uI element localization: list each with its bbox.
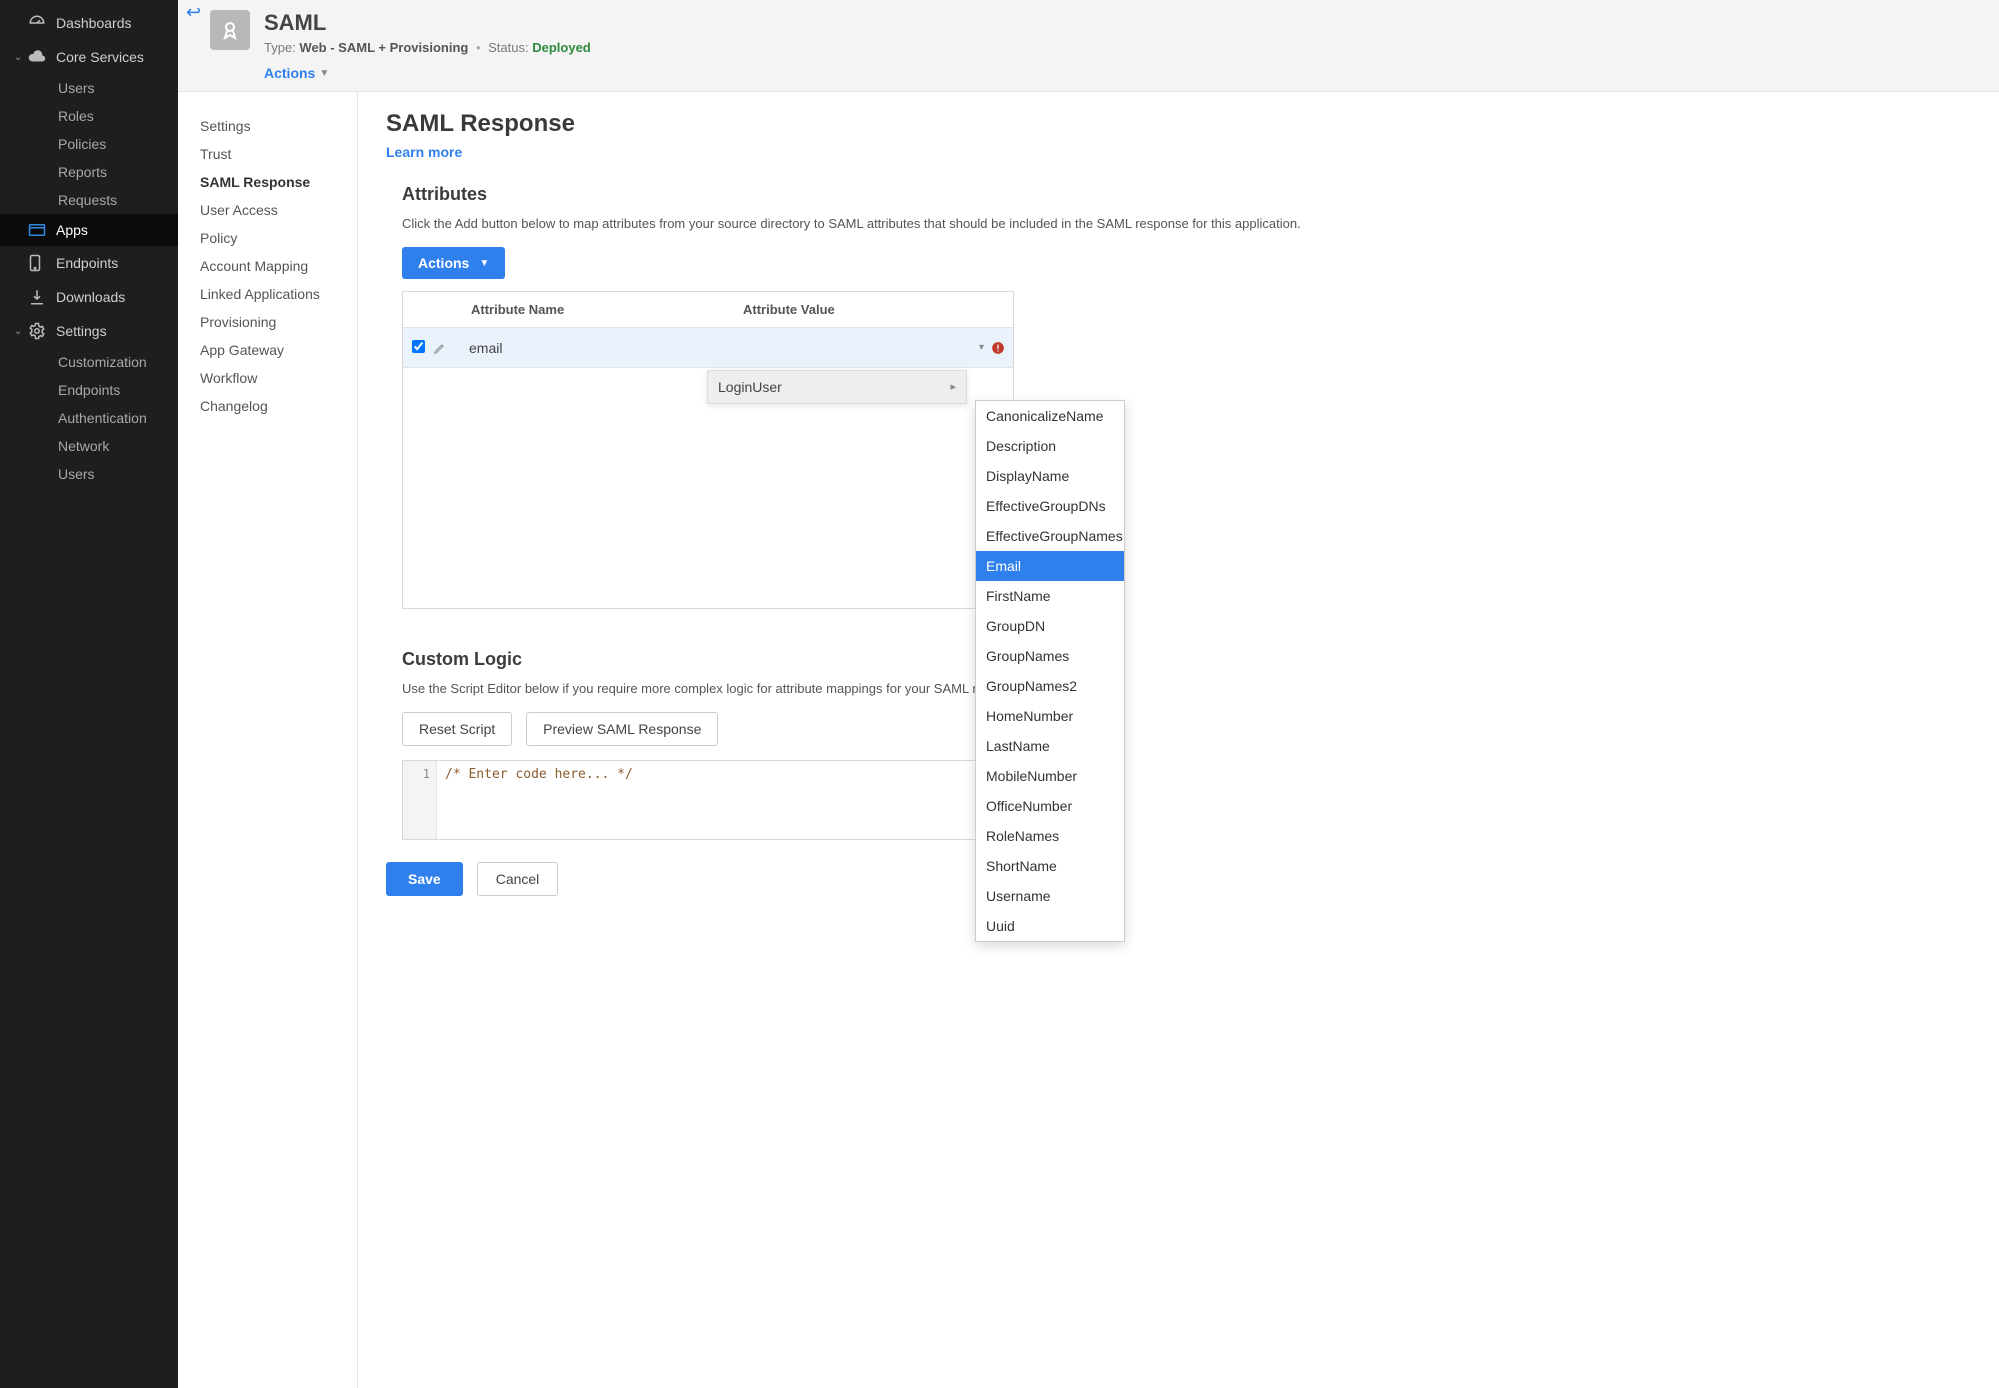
chevron-down-icon: ⌄ — [14, 52, 26, 63]
save-button[interactable]: Save — [386, 862, 463, 896]
cancel-button[interactable]: Cancel — [477, 862, 559, 896]
gauge-icon — [28, 14, 56, 32]
submenu-option[interactable]: FirstName — [976, 581, 1124, 611]
submenu-option[interactable]: GroupNames — [976, 641, 1124, 671]
chevron-right-icon: ▸ — [950, 380, 956, 393]
attributes-description: Click the Add button below to map attrib… — [402, 215, 1971, 233]
submenu-option[interactable]: GroupNames2 — [976, 671, 1124, 701]
submenu-option[interactable]: MobileNumber — [976, 761, 1124, 791]
secnav-policy[interactable]: Policy — [200, 224, 345, 252]
secnav-changelog[interactable]: Changelog — [200, 392, 345, 420]
submenu-option[interactable]: Email — [976, 551, 1124, 581]
back-arrow-icon[interactable]: ↩ — [186, 2, 201, 23]
secnav-workflow[interactable]: Workflow — [200, 364, 345, 392]
submenu-option[interactable]: HomeNumber — [976, 701, 1124, 731]
attributes-actions-button[interactable]: Actions ▼ — [402, 247, 505, 279]
submenu-option[interactable]: OfficeNumber — [976, 791, 1124, 821]
chevron-down-icon: ⌄ — [14, 326, 26, 337]
secnav-account-mapping[interactable]: Account Mapping — [200, 252, 345, 280]
nav-label: Endpoints — [56, 255, 118, 271]
chevron-down-icon: ▼ — [479, 258, 489, 269]
secnav-user-access[interactable]: User Access — [200, 196, 345, 224]
secnav-provisioning[interactable]: Provisioning — [200, 308, 345, 336]
script-editor[interactable]: 1 /* Enter code here... */ — [402, 760, 1014, 840]
page-meta: Type: Web - SAML + Provisioning • Status… — [264, 40, 591, 55]
pencil-icon[interactable] — [433, 341, 463, 355]
submenu-option[interactable]: GroupDN — [976, 611, 1124, 641]
chevron-down-icon: ▾ — [979, 342, 984, 353]
custom-logic-description: Use the Script Editor below if you requi… — [402, 680, 1971, 698]
nav-sub-reports[interactable]: Reports — [58, 158, 178, 186]
nav-sub-endpoints2[interactable]: Endpoints — [58, 376, 178, 404]
nav-sub-policies[interactable]: Policies — [58, 130, 178, 158]
nav-core-services[interactable]: ⌄ Core Services — [0, 40, 178, 74]
secnav-saml-response[interactable]: SAML Response — [200, 168, 345, 196]
error-icon — [991, 341, 1013, 355]
device-icon — [28, 254, 56, 272]
submenu-option[interactable]: EffectiveGroupNames — [976, 521, 1124, 551]
secnav-trust[interactable]: Trust — [200, 140, 345, 168]
nav-sub-auth[interactable]: Authentication — [58, 404, 178, 432]
submenu-option[interactable]: Uuid — [976, 911, 1124, 941]
secnav-settings[interactable]: Settings — [200, 112, 345, 140]
primary-nav: Dashboards ⌄ Core Services Users Roles P… — [0, 0, 178, 1388]
nav-label: Core Services — [56, 49, 144, 65]
window-icon — [28, 223, 56, 237]
custom-logic-heading: Custom Logic — [402, 649, 1971, 670]
submenu-option[interactable]: CanonicalizeName — [976, 401, 1124, 431]
nav-apps[interactable]: Apps — [0, 214, 178, 246]
nav-sub-users[interactable]: Users — [58, 74, 178, 102]
secnav-app-gateway[interactable]: App Gateway — [200, 336, 345, 364]
submenu-option[interactable]: Description — [976, 431, 1124, 461]
preview-saml-button[interactable]: Preview SAML Response — [526, 712, 718, 746]
page-title: SAML — [264, 10, 591, 36]
submenu-option[interactable]: Username — [976, 881, 1124, 911]
chevron-down-icon: ▼ — [319, 68, 329, 79]
nav-sub-customization[interactable]: Customization — [58, 348, 178, 376]
nav-sub-requests[interactable]: Requests — [58, 186, 178, 214]
attributes-table: Attribute Name Attribute Value email — [402, 291, 1014, 609]
page-header: ↩ SAML Type: Web - SAML + Provisioning •… — [178, 0, 1999, 92]
row-checkbox[interactable] — [412, 340, 425, 353]
cloud-icon — [28, 48, 56, 66]
nav-sub-users2[interactable]: Users — [58, 460, 178, 488]
reset-script-button[interactable]: Reset Script — [402, 712, 512, 746]
submenu: CanonicalizeNameDescriptionDisplayNameEf… — [975, 400, 1125, 942]
code-content: /* Enter code here... */ — [437, 761, 1013, 839]
nav-label: Apps — [56, 222, 88, 238]
attribute-name-cell: email — [463, 340, 713, 356]
gear-icon — [28, 322, 56, 340]
submenu-option[interactable]: RoleNames — [976, 821, 1124, 851]
nav-label: Downloads — [56, 289, 125, 305]
learn-more-link[interactable]: Learn more — [386, 144, 462, 160]
nav-core-sub: Users Roles Policies Reports Requests — [0, 74, 178, 214]
nav-dashboards[interactable]: Dashboards — [0, 6, 178, 40]
nav-endpoints[interactable]: Endpoints — [0, 246, 178, 280]
nav-sub-roles[interactable]: Roles — [58, 102, 178, 130]
nav-label: Dashboards — [56, 15, 132, 31]
app-badge-icon — [210, 10, 250, 50]
nav-settings[interactable]: ⌄ Settings — [0, 314, 178, 348]
submenu-option[interactable]: DisplayName — [976, 461, 1124, 491]
header-actions-dropdown[interactable]: Actions ▼ — [264, 65, 329, 81]
nav-settings-sub: Customization Endpoints Authentication N… — [0, 348, 178, 488]
dropdown-option-loginuser[interactable]: LoginUser ▸ — [707, 370, 967, 404]
submenu-option[interactable]: EffectiveGroupDNs — [976, 491, 1124, 521]
content-title: SAML Response — [386, 110, 1971, 138]
line-number: 1 — [403, 761, 437, 839]
nav-label: Settings — [56, 323, 107, 339]
attributes-heading: Attributes — [402, 184, 1971, 205]
col-attribute-name: Attribute Name — [463, 292, 735, 327]
content-pane: SAML Response Learn more Attributes Clic… — [358, 92, 1999, 1388]
attribute-value-dropdown[interactable]: ▾ — [713, 334, 991, 362]
submenu-option[interactable]: LastName — [976, 731, 1124, 761]
secondary-nav: Settings Trust SAML Response User Access… — [178, 92, 358, 1388]
table-row[interactable]: email ▾ LoginUser ▸ — [403, 328, 1013, 368]
nav-downloads[interactable]: Downloads — [0, 280, 178, 314]
submenu-option[interactable]: ShortName — [976, 851, 1124, 881]
secnav-linked-apps[interactable]: Linked Applications — [200, 280, 345, 308]
nav-sub-network[interactable]: Network — [58, 432, 178, 460]
col-attribute-value: Attribute Value — [735, 292, 1013, 327]
download-icon — [28, 288, 56, 306]
